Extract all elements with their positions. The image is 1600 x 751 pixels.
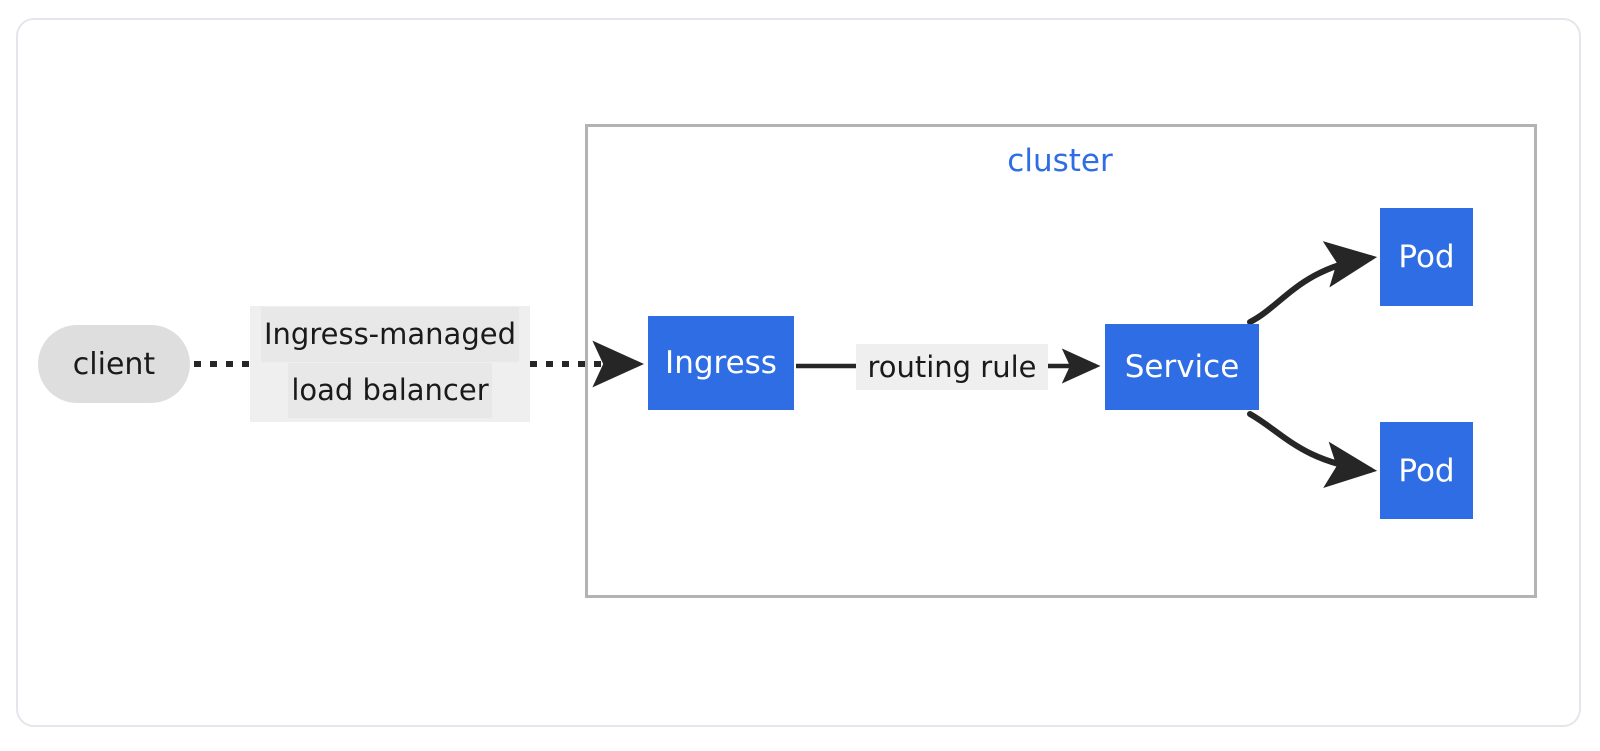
node-client[interactable]: client	[38, 325, 190, 403]
diagram-canvas: cluster Service (solid) --> top Pod (cur…	[0, 0, 1600, 751]
edge-label-load-balancer: Ingress-managed load balancer	[250, 306, 530, 422]
node-service[interactable]: Service	[1105, 324, 1259, 410]
edge-label-load-balancer-line2: load balancer	[288, 363, 492, 418]
node-pod-top[interactable]: Pod	[1380, 208, 1473, 306]
edge-label-routing-rule: routing rule	[856, 344, 1048, 390]
node-ingress[interactable]: Ingress	[648, 316, 794, 410]
node-pod-bottom[interactable]: Pod	[1380, 422, 1473, 519]
cluster-label: cluster	[1007, 143, 1113, 179]
edge-label-load-balancer-line1: Ingress-managed	[261, 307, 519, 362]
